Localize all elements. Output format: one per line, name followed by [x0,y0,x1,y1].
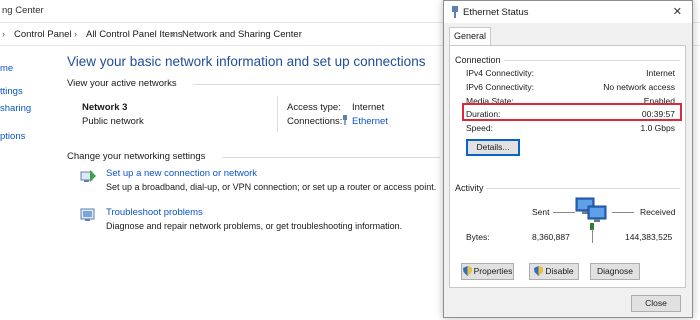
uac-shield-icon [462,266,472,276]
ipv6-value: No network access [603,82,675,92]
breadcrumb-network-sharing[interactable]: Network and Sharing Center [182,29,302,40]
dialog-title: Ethernet Status [463,7,529,18]
disable-button[interactable]: Disable [529,263,579,280]
ipv6-label: IPv6 Connectivity: [466,82,535,92]
breadcrumb-chevron-icon: › [2,29,5,39]
section-divider [222,157,440,158]
properties-button[interactable]: Properties [461,263,514,280]
new-connection-icon [80,170,96,182]
received-line [612,212,634,213]
sent-line [553,212,575,213]
access-type-label: Access type: [287,102,341,113]
sidebar-link-adapter-settings[interactable]: ttings [0,86,23,97]
active-networks-heading: View your active networks [67,78,177,89]
network-type[interactable]: Public network [82,116,144,127]
ethernet-connection-link[interactable]: Ethernet [352,116,388,127]
section-divider [193,84,440,85]
dialog-titlebar[interactable]: Ethernet Status ✕ [444,1,692,23]
connection-group-label: Connection [455,55,501,65]
general-tab-panel: Connection IPv4 Connectivity: Internet I… [449,45,686,288]
access-type-value: Internet [352,102,385,113]
breadcrumb-chevron-icon: › [74,29,77,39]
bytes-divider [592,229,593,243]
activity-group-label: Activity [455,183,484,193]
network-name: Network 3 [82,102,128,113]
network-divider [277,96,278,132]
bytes-sent-value: 8,360,887 [532,232,570,242]
sidebar-link-sharing-settings[interactable]: sharing [0,103,31,114]
close-button[interactable]: Close [631,295,681,312]
breadcrumb-control-panel[interactable]: Control Panel [14,29,72,40]
setup-connection-link[interactable]: Set up a new connection or network [106,168,257,179]
properties-label: Properties [473,266,513,276]
change-settings-heading: Change your networking settings [67,151,206,162]
close-icon[interactable]: ✕ [673,5,682,18]
page-title: View your basic network information and … [67,54,426,69]
group-divider [504,60,680,61]
ethernet-icon [452,6,458,18]
bytes-received-value: 144,383,525 [625,232,673,242]
duration-highlight-box [462,103,682,121]
window-title: ng Center [2,5,44,16]
network-activity-icon [575,197,607,230]
disable-label: Disable [545,266,574,276]
received-label: Received [640,207,676,217]
diagnose-button[interactable]: Diagnose [590,263,640,280]
troubleshoot-icon [80,208,95,221]
ethernet-cable-icon [343,115,347,125]
sent-label: Sent [532,207,550,217]
tab-general[interactable]: General [449,27,491,46]
sidebar-link-home[interactable]: me [0,63,13,74]
ipv4-value: Internet [646,68,675,78]
setup-connection-description: Set up a broadband, dial-up, or VPN conn… [106,182,437,192]
speed-value: 1.0 Gbps [640,123,676,133]
uac-shield-icon [534,266,544,276]
sidebar-link-options[interactable]: ptions [0,131,25,142]
ipv4-label: IPv4 Connectivity: [466,68,535,78]
ethernet-status-dialog: Ethernet Status ✕ General Connection IPv… [443,0,693,318]
speed-label: Speed: [466,123,493,133]
details-button[interactable]: Details... [466,139,520,156]
breadcrumb-all-items[interactable]: All Control Panel Items [86,29,183,40]
troubleshoot-description: Diagnose and repair network problems, or… [106,221,403,231]
connections-label: Connections: [287,116,343,127]
group-divider [486,188,680,189]
breadcrumb-chevron-icon: › [171,29,174,39]
bytes-label: Bytes: [466,232,490,242]
troubleshoot-link[interactable]: Troubleshoot problems [106,207,203,218]
